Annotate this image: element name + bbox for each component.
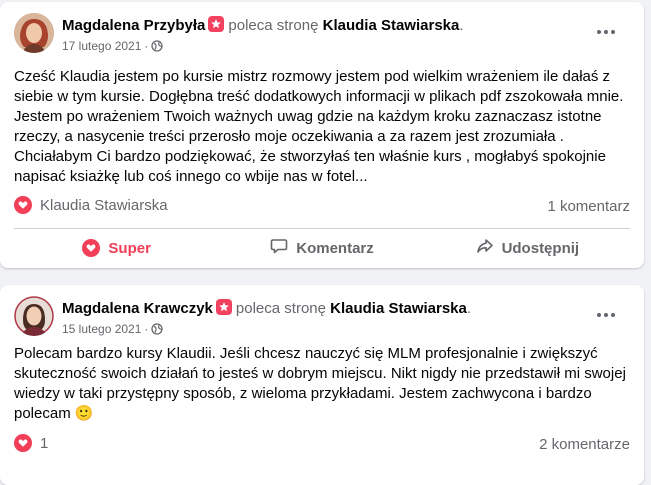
comment-button[interactable]: Komentarz	[219, 231, 424, 265]
reactions-summary[interactable]: 1	[14, 434, 48, 452]
post-header: Magdalena Krawczyk poleca stronę Klaudia …	[14, 296, 634, 338]
share-icon	[476, 237, 494, 259]
avatar[interactable]	[14, 296, 54, 336]
recommend-badge-icon	[215, 299, 232, 315]
love-reaction-icon	[14, 196, 32, 214]
post-stats: 1 2 komentarze	[14, 434, 630, 456]
smile-emoji: 🙂	[74, 405, 94, 422]
post-headline: Magdalena Przybyła poleca stronę Klaudia …	[62, 16, 464, 34]
page-name[interactable]: Klaudia Stawiarska	[330, 300, 467, 317]
comments-count[interactable]: 1 komentarz	[547, 198, 630, 215]
more-options-icon[interactable]	[594, 306, 618, 324]
post-text: Polecam bardzo kursy Klaudii. Jeśli chce…	[14, 345, 626, 422]
recommend-badge-icon	[208, 16, 225, 32]
post-stats: Klaudia Stawiarska 1 komentarz	[14, 196, 630, 218]
recommend-verb: poleca stronę	[235, 300, 326, 317]
author-name[interactable]: Magdalena Przybyła	[62, 17, 205, 34]
more-options-icon[interactable]	[594, 23, 618, 41]
post-date[interactable]: 17 lutego 2021	[62, 39, 141, 53]
comment-icon	[270, 237, 288, 259]
author-name[interactable]: Magdalena Krawczyk	[62, 300, 213, 317]
recommend-verb: poleca stronę	[228, 17, 319, 34]
globe-icon	[151, 323, 164, 339]
post-headline: Magdalena Krawczyk poleca stronę Klaudia …	[62, 299, 472, 317]
post-meta: 15 lutego 2021 ·	[62, 321, 164, 339]
reactions-label: Klaudia Stawiarska	[40, 196, 168, 214]
post-text: Cześć Klaudia jestem po kursie mistrz ro…	[14, 68, 624, 185]
recommendation-post: Magdalena Krawczyk poleca stronę Klaudia …	[0, 285, 644, 485]
like-button[interactable]: Super	[14, 231, 219, 265]
post-actions: Super Komentarz Udostępnij	[14, 231, 630, 265]
reactions-count: 1	[40, 434, 49, 452]
recommendation-post: Magdalena Przybyła poleca stronę Klaudia …	[0, 2, 644, 268]
comments-count[interactable]: 2 komentarze	[539, 436, 630, 453]
post-meta: 17 lutego 2021 ·	[62, 38, 164, 56]
love-icon	[82, 239, 101, 257]
post-header: Magdalena Przybyła poleca stronę Klaudia …	[14, 13, 634, 55]
avatar[interactable]	[14, 13, 54, 53]
share-button[interactable]: Udostępnij	[425, 231, 630, 265]
love-reaction-icon	[14, 434, 32, 452]
reactions-summary[interactable]: Klaudia Stawiarska	[14, 196, 168, 214]
post-date[interactable]: 15 lutego 2021	[62, 322, 141, 336]
page-name[interactable]: Klaudia Stawiarska	[323, 17, 460, 34]
globe-icon	[151, 40, 164, 56]
divider	[14, 228, 630, 229]
